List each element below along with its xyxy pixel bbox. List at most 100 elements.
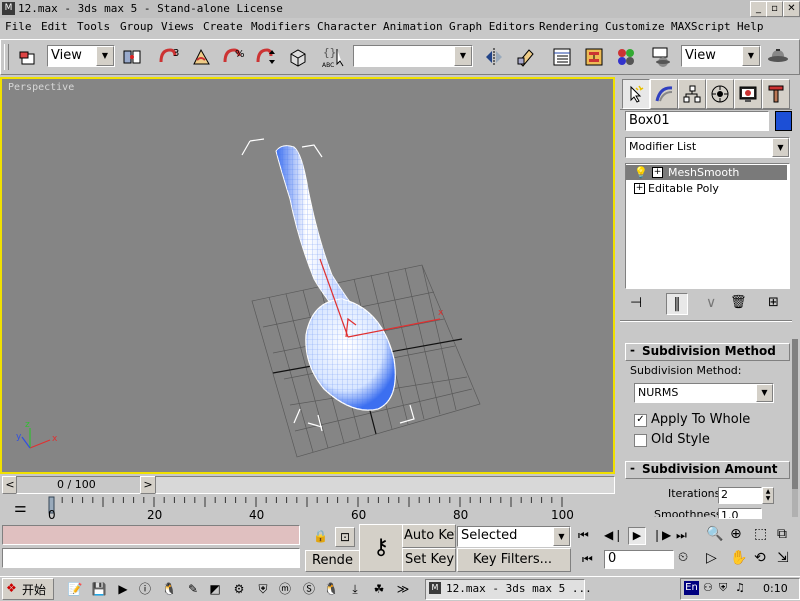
quicklaunch-tools-icon[interactable]: ⚙ bbox=[230, 580, 248, 598]
tray-shield-icon[interactable]: ⛨ bbox=[719, 581, 727, 595]
maximize-button[interactable]: ▫ bbox=[766, 1, 783, 17]
maxscript-listener-mini[interactable] bbox=[2, 525, 300, 545]
go-to-end-icon[interactable]: ⏭ bbox=[676, 528, 687, 543]
zoom-all-icon[interactable]: ⊕ bbox=[730, 526, 742, 542]
track-bar[interactable]: ⚌ 0 20 40 60 80 100 bbox=[0, 495, 615, 522]
minimize-button[interactable]: _ bbox=[750, 1, 767, 17]
quicklaunch-pen-icon[interactable]: ✎ bbox=[184, 580, 202, 598]
quicklaunch-browser-icon[interactable]: ⓜ bbox=[276, 580, 294, 598]
tray-volume-icon[interactable]: ♫ bbox=[735, 581, 745, 594]
open-mini-curve-editor-icon[interactable]: ⚌ bbox=[14, 500, 27, 516]
object-color-swatch[interactable] bbox=[775, 111, 792, 131]
time-slider-thumb[interactable]: 0 / 100 bbox=[16, 476, 142, 494]
arc-rotate-icon[interactable]: ⟲ bbox=[754, 550, 766, 566]
menu-graph-editors[interactable]: Graph Editors bbox=[449, 20, 535, 33]
play-icon[interactable]: ▶ bbox=[628, 527, 646, 545]
zoom-extents-icon[interactable]: ⬚ bbox=[754, 526, 767, 542]
close-button[interactable]: ✕ bbox=[783, 1, 800, 17]
expand-plus-icon[interactable]: + bbox=[634, 183, 645, 194]
time-next-button[interactable]: > bbox=[140, 476, 156, 494]
collapse-minus-icon[interactable]: - bbox=[630, 343, 635, 357]
menu-edit[interactable]: Edit bbox=[41, 20, 68, 33]
perspective-viewport[interactable]: Perspective x x z y bbox=[0, 77, 615, 474]
pivot-center-icon[interactable] bbox=[119, 44, 145, 70]
quicklaunch-shield-icon[interactable]: ⛨ bbox=[254, 580, 272, 598]
set-key-button[interactable]: Set Key bbox=[402, 548, 456, 572]
apply-to-whole-checkbox[interactable]: ✓ bbox=[634, 414, 647, 427]
absolute-mode-icon[interactable]: ⊡ bbox=[335, 527, 355, 547]
chevron-down-icon[interactable]: ▼ bbox=[742, 46, 760, 66]
quicklaunch-qq2-icon[interactable]: 🐧 bbox=[322, 580, 340, 598]
lock-selection-icon[interactable]: 🔒 bbox=[313, 529, 328, 543]
edit-named-selection-icon[interactable]: {} ABC bbox=[321, 44, 347, 70]
remove-modifier-icon[interactable]: 🗑 bbox=[730, 295, 747, 310]
quicklaunch-notepad-icon[interactable]: 📝 bbox=[66, 580, 84, 598]
render-type-combo[interactable]: View ▼ bbox=[681, 45, 761, 67]
subdivision-method-combo[interactable]: NURMS ▼ bbox=[634, 383, 774, 403]
taskbar-button-3dsmax[interactable]: M 12.max - 3ds max 5 ... bbox=[425, 579, 592, 600]
modify-tab-icon[interactable] bbox=[650, 79, 678, 109]
menu-group[interactable]: Group bbox=[120, 20, 153, 33]
selection-set-combo[interactable]: Selected ▼ bbox=[457, 526, 571, 547]
percent-snap-icon[interactable]: % bbox=[221, 44, 247, 70]
hierarchy-tab-icon[interactable] bbox=[678, 79, 706, 109]
old-style-checkbox[interactable] bbox=[634, 434, 647, 447]
menu-help[interactable]: Help bbox=[737, 20, 764, 33]
time-configuration-icon[interactable]: ⏲ bbox=[678, 550, 688, 565]
key-mode-toggle-icon[interactable]: ⏮ bbox=[582, 552, 593, 567]
go-to-start-icon[interactable]: ⏮ bbox=[578, 528, 589, 543]
field-of-view-icon[interactable]: ▷ bbox=[706, 550, 717, 566]
collapse-minus-icon[interactable]: - bbox=[630, 461, 635, 475]
lightbulb-icon[interactable]: 💡 bbox=[634, 166, 648, 179]
scrollbar-thumb[interactable] bbox=[792, 339, 798, 489]
chevron-down-icon[interactable]: ▼ bbox=[756, 384, 773, 402]
rollout-subdivision-method[interactable]: - Subdivision Method bbox=[625, 343, 790, 361]
chevron-down-icon[interactable]: ▼ bbox=[772, 138, 789, 157]
spinner-snap-icon[interactable] bbox=[253, 44, 279, 70]
render-button[interactable]: Rende bbox=[305, 550, 361, 572]
angle-snap-icon[interactable] bbox=[189, 44, 215, 70]
stack-item-meshsmooth[interactable]: 💡 + MeshSmooth bbox=[626, 165, 787, 180]
modifier-stack-list[interactable]: 💡 + MeshSmooth + Editable Poly bbox=[625, 163, 790, 289]
quicklaunch-media2-icon[interactable]: ≫ bbox=[394, 580, 412, 598]
start-button[interactable]: ❖ 开始 bbox=[2, 578, 54, 600]
chevron-down-icon[interactable]: ▼ bbox=[454, 46, 472, 66]
snap-3d-icon[interactable]: 3 bbox=[157, 44, 183, 70]
named-selection-icon[interactable] bbox=[285, 44, 311, 70]
object-name-field[interactable]: Box01 bbox=[625, 111, 769, 131]
menu-tools[interactable]: Tools bbox=[77, 20, 110, 33]
key-filters-button[interactable]: Key Filters... bbox=[457, 548, 571, 572]
menu-create[interactable]: Create bbox=[203, 20, 243, 33]
stack-item-editable-poly[interactable]: + Editable Poly bbox=[626, 181, 787, 196]
align-icon[interactable] bbox=[513, 44, 539, 70]
previous-frame-icon[interactable]: ◀❘ bbox=[604, 528, 623, 542]
show-end-result-icon[interactable]: ‖ bbox=[666, 293, 688, 315]
display-tab-icon[interactable] bbox=[734, 79, 762, 109]
configure-modifier-sets-icon[interactable]: ⊞ bbox=[768, 295, 779, 310]
rollout-subdivision-amount[interactable]: - Subdivision Amount bbox=[625, 461, 790, 479]
menu-customize[interactable]: Customize bbox=[605, 20, 665, 33]
next-frame-icon[interactable]: ❘▶ bbox=[652, 528, 671, 542]
select-object-icon[interactable] bbox=[15, 44, 41, 70]
quicklaunch-qq-icon[interactable]: 🐧 bbox=[160, 580, 178, 598]
mirror-icon[interactable] bbox=[481, 44, 507, 70]
maximize-viewport-icon[interactable]: ⇲ bbox=[777, 550, 789, 566]
material-editor-icon[interactable] bbox=[613, 44, 639, 70]
chevron-down-icon[interactable]: ▼ bbox=[96, 46, 114, 66]
time-slider-track[interactable] bbox=[155, 476, 615, 494]
panel-scrollbar[interactable] bbox=[792, 339, 798, 517]
iterations-spinner[interactable]: ▲ ▼ bbox=[762, 487, 774, 504]
menu-rendering[interactable]: Rendering bbox=[539, 20, 599, 33]
quicklaunch-paint-icon[interactable]: ◩ bbox=[206, 580, 224, 598]
iterations-field[interactable]: 2 bbox=[718, 487, 762, 504]
menu-file[interactable]: File bbox=[5, 20, 32, 33]
menu-modifiers[interactable]: Modifiers bbox=[251, 20, 311, 33]
utilities-tab-icon[interactable] bbox=[762, 79, 790, 109]
reference-coordinate-combo[interactable]: View ▼ bbox=[47, 45, 115, 67]
zoom-extents-all-icon[interactable]: ⧉ bbox=[777, 526, 787, 542]
menu-character[interactable]: Character bbox=[317, 20, 377, 33]
make-unique-icon[interactable]: ∨ bbox=[706, 295, 716, 311]
zoom-icon[interactable]: 🔍 bbox=[706, 526, 723, 542]
status-prompt-line[interactable] bbox=[2, 548, 300, 568]
quicklaunch-media-icon[interactable]: ▶ bbox=[114, 580, 132, 598]
